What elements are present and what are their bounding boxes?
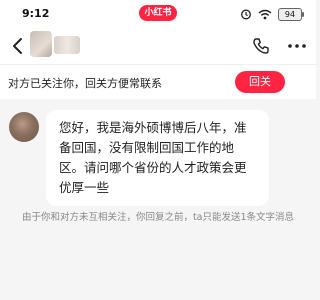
alarm-icon [241, 9, 251, 20]
conversation-area: 您好，我是海外硕博博后八年，准备回国，没有限制回国工作的地区。请问哪个省份的人才… [0, 98, 316, 300]
message-bubble[interactable]: 您好，我是海外硕博博后八年，准备回国，没有限制回国工作的地区。请问哪个省份的人才… [46, 110, 269, 206]
contact-name-blurred[interactable] [54, 36, 80, 54]
follow-back-button[interactable]: 回关 [235, 71, 285, 93]
status-time: 9:12 [22, 7, 50, 20]
app-badge: 小红书 [139, 5, 177, 21]
follow-back-banner: 对方已关注你，回关方便常联系 回关 [0, 64, 316, 99]
chat-header [0, 28, 316, 64]
battery-icon: 94 [278, 7, 304, 21]
phone-icon[interactable] [252, 37, 270, 55]
follow-hint-text: 对方已关注你，回关方便常联系 [8, 77, 162, 90]
contact-avatar[interactable] [30, 31, 52, 57]
system-notice: 由于你和对方未互相关注，你回复之前，ta只能发送1条文字消息 [21, 212, 295, 223]
system-icons: 94 [240, 7, 304, 21]
status-bar: 9:12 小红书 94 [0, 0, 316, 28]
more-horizontal-icon[interactable] [287, 37, 307, 55]
wifi-icon [258, 9, 272, 19]
back-button[interactable] [8, 36, 28, 56]
sender-avatar[interactable] [9, 112, 39, 142]
